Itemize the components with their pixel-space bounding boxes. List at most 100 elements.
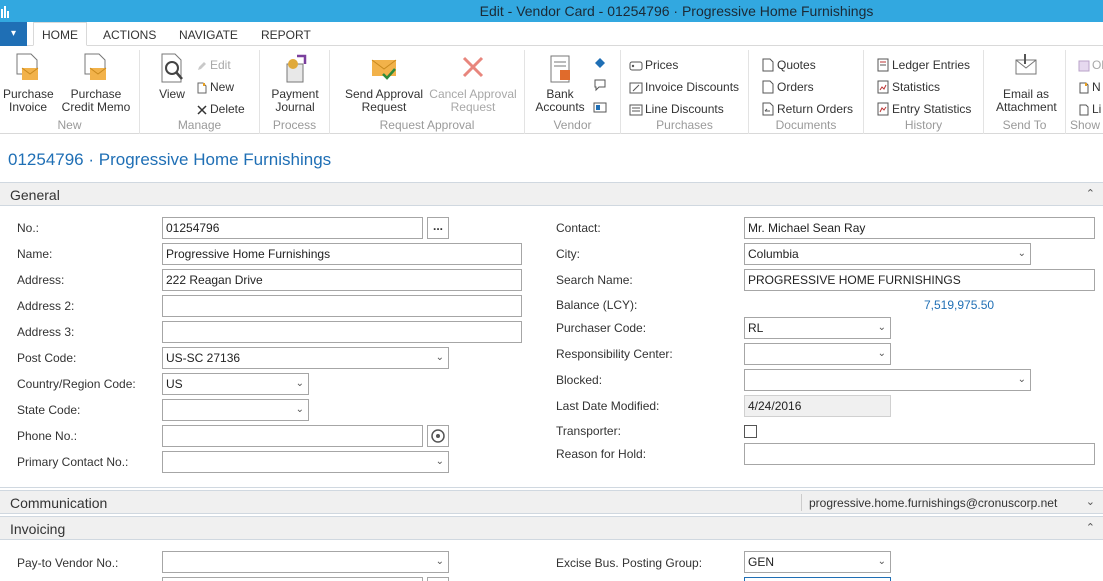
tab-navigate[interactable]: NAVIGATE xyxy=(179,22,238,46)
phone-dial-icon[interactable] xyxy=(427,425,449,447)
bank-accounts-button[interactable]: Bank Accounts xyxy=(533,52,587,114)
show-item-3[interactable]: Li xyxy=(1078,100,1101,118)
tab-report[interactable]: REPORT xyxy=(261,22,311,46)
state-code-label: State Code: xyxy=(17,403,81,417)
general-section: No.: 01254796 ... Name: Progressive Home… xyxy=(0,206,1103,488)
state-code-field[interactable]: ⌄ xyxy=(162,399,309,421)
tab-home[interactable]: HOME xyxy=(33,22,87,46)
expand-icon[interactable]: ⌄ xyxy=(1086,495,1095,508)
payment-journal-button[interactable]: Payment Journal xyxy=(266,52,324,114)
phone-field[interactable] xyxy=(162,425,423,447)
balance-value-link[interactable]: 7,519,975.50 xyxy=(924,298,994,312)
collapse-icon[interactable]: ⌃ xyxy=(1086,521,1095,534)
no-field[interactable]: 01254796 xyxy=(162,217,423,239)
entry-statistics-icon xyxy=(877,102,889,116)
vendor-action-icon-1[interactable] xyxy=(593,56,607,70)
pay-to-vendor-field[interactable]: ⌄ xyxy=(162,551,449,573)
return-orders-button[interactable]: Return Orders xyxy=(761,100,853,118)
blocked-label: Blocked: xyxy=(556,373,603,387)
address3-field[interactable] xyxy=(162,321,522,343)
address2-label: Address 2: xyxy=(17,299,75,313)
address3-label: Address 3: xyxy=(17,325,75,339)
dropdown-arrow-icon: ⌄ xyxy=(435,456,444,467)
invoicing-fasttab-header[interactable]: Invoicing ⌃ xyxy=(0,516,1103,540)
responsibility-center-field[interactable]: ⌄ xyxy=(744,343,891,365)
quotes-button[interactable]: Quotes xyxy=(761,56,816,74)
group-label-show: Show xyxy=(1070,118,1101,132)
group-label-send-to: Send To xyxy=(1002,118,1047,132)
delete-button[interactable]: Delete xyxy=(196,100,245,118)
group-request-approval: Send Approval Request Cancel Approval Re… xyxy=(330,50,525,134)
show-item-2[interactable]: N xyxy=(1078,78,1101,96)
name-field[interactable]: Progressive Home Furnishings xyxy=(162,243,522,265)
send-approval-request-button[interactable]: Send Approval Request xyxy=(338,52,430,114)
purchase-credit-memo-button[interactable]: Purchase Credit Memo xyxy=(60,52,132,114)
general-fasttab-header[interactable]: General ⌃ xyxy=(0,182,1103,206)
communication-fasttab-header[interactable]: Communication progressive.home.furnishin… xyxy=(0,490,1103,514)
comment-icon[interactable] xyxy=(593,78,607,92)
delete-icon xyxy=(197,105,207,115)
view-button[interactable]: View xyxy=(154,52,190,101)
contact-field[interactable]: Mr. Michael Sean Ray xyxy=(744,217,1095,239)
address-label: Address: xyxy=(17,273,65,287)
group-history: Ledger Entries Statistics Entry Statisti… xyxy=(864,50,984,134)
no-assist-button[interactable]: ... xyxy=(427,217,449,239)
edit-button[interactable]: Edit xyxy=(196,56,231,74)
dropdown-arrow-icon: ⌄ xyxy=(295,378,304,389)
group-label-manage: Manage xyxy=(177,118,222,132)
group-vendor: Bank Accounts Vendor xyxy=(525,50,621,134)
excise-posting-group-label: Excise Bus. Posting Group: xyxy=(556,556,703,570)
reason-for-hold-field[interactable] xyxy=(744,443,1095,465)
new-button[interactable]: New xyxy=(196,78,234,96)
send-approval-icon xyxy=(371,59,397,80)
blocked-field[interactable]: ⌄ xyxy=(744,369,1031,391)
purchase-invoice-button[interactable]: Purchase Invoice xyxy=(3,52,54,114)
country-label: Country/Region Code: xyxy=(17,377,136,391)
purchase-credit-memo-icon xyxy=(84,53,107,80)
dimensions-icon[interactable] xyxy=(593,100,607,114)
next-field-left[interactable] xyxy=(162,577,423,581)
show-item-1-icon xyxy=(1078,60,1090,72)
search-name-field[interactable]: PROGRESSIVE HOME FURNISHINGS xyxy=(744,269,1095,291)
email-as-attachment-button[interactable]: Email as Attachment xyxy=(996,52,1057,114)
search-name-label: Search Name: xyxy=(556,273,633,287)
statistics-button[interactable]: Statistics xyxy=(876,78,940,96)
reason-for-hold-label: Reason for Hold: xyxy=(556,447,647,461)
group-show: Ol N Li Show xyxy=(1066,50,1103,134)
group-label-vendor: Vendor xyxy=(553,118,592,132)
entry-statistics-button[interactable]: Entry Statistics xyxy=(876,100,971,118)
app-menu-button[interactable]: ▾ xyxy=(0,22,27,46)
new-icon xyxy=(197,82,207,94)
next-field-assist-button[interactable] xyxy=(427,577,449,581)
prices-button[interactable]: Prices xyxy=(629,56,678,74)
show-item-1[interactable]: Ol xyxy=(1078,56,1103,74)
country-field[interactable]: US ⌄ xyxy=(162,373,309,395)
pencil-icon xyxy=(198,62,206,70)
group-new: Purchase Invoice Purchase Credit Memo Ne… xyxy=(0,50,140,134)
city-field[interactable]: Columbia ⌄ xyxy=(744,243,1031,265)
address-field[interactable]: 222 Reagan Drive xyxy=(162,269,522,291)
group-process: Payment Journal Process xyxy=(260,50,330,134)
primary-contact-field[interactable]: ⌄ xyxy=(162,451,449,473)
ledger-entries-button[interactable]: Ledger Entries xyxy=(876,56,970,74)
purchaser-code-field[interactable]: RL ⌄ xyxy=(744,317,891,339)
post-code-field[interactable]: US-SC 27136 ⌄ xyxy=(162,347,449,369)
collapse-icon[interactable]: ⌃ xyxy=(1086,187,1095,200)
quotes-icon xyxy=(762,58,774,72)
line-discounts-icon xyxy=(629,104,643,116)
line-discounts-button[interactable]: Line Discounts xyxy=(629,100,724,118)
ribbon-tabs: ▾ HOME ACTIONS NAVIGATE REPORT xyxy=(0,22,1103,46)
transporter-label: Transporter: xyxy=(556,424,621,438)
show-item-3-icon xyxy=(1079,104,1089,116)
tab-actions[interactable]: ACTIONS xyxy=(103,22,156,46)
prices-icon xyxy=(629,61,643,71)
excise-posting-group-field[interactable]: GEN ⌄ xyxy=(744,551,891,573)
next-field-right[interactable] xyxy=(744,577,891,581)
no-label: No.: xyxy=(17,221,40,235)
group-label-documents: Documents xyxy=(775,118,837,132)
invoice-discounts-button[interactable]: Invoice Discounts xyxy=(629,78,739,96)
transporter-checkbox[interactable] xyxy=(744,425,757,438)
orders-button[interactable]: Orders xyxy=(761,78,814,96)
address2-field[interactable] xyxy=(162,295,522,317)
cancel-approval-request-button[interactable]: Cancel Approval Request xyxy=(426,52,520,114)
